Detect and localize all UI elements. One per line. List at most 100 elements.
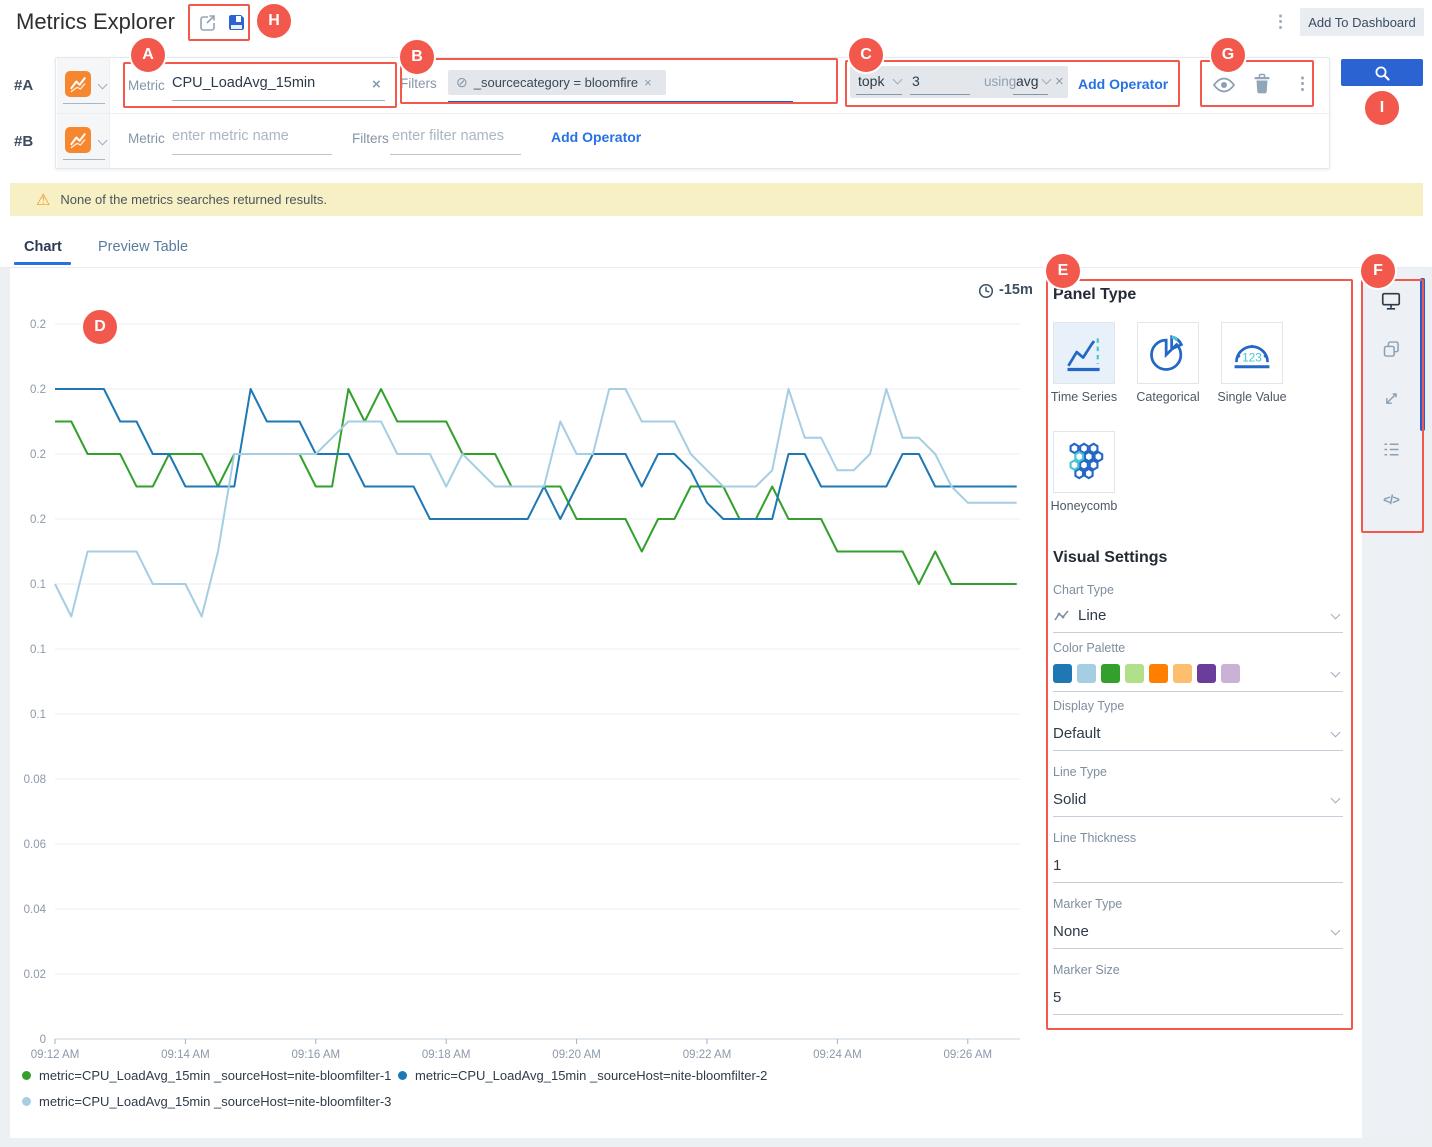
row-b-metric-underline	[172, 154, 332, 155]
panel-type-categorical[interactable]	[1137, 322, 1199, 384]
palette-swatch	[1221, 664, 1240, 683]
svg-text:09:12 AM: 09:12 AM	[31, 1049, 80, 1060]
filter-chip[interactable]: ⊘ _sourcecategory = bloomfire ×	[448, 70, 666, 95]
display-type-label: Display Type	[1053, 699, 1124, 713]
svg-text:0.2: 0.2	[30, 384, 46, 396]
circle-slash-icon[interactable]: ⊘	[456, 74, 468, 91]
panel-type-label: Time Series	[1039, 390, 1129, 404]
pie-chart-icon	[1146, 331, 1190, 375]
legend-label: metric=CPU_LoadAvg_15min _sourceHost=nit…	[415, 1068, 767, 1083]
monitor-icon	[1380, 290, 1402, 312]
display-type-select[interactable]: Default	[1053, 725, 1101, 742]
row-b-add-operator-link[interactable]: Add Operator	[551, 129, 641, 145]
row-a-metrics-type-button[interactable]	[65, 71, 91, 97]
eye-icon	[1212, 76, 1236, 94]
scrollbar-thumb[interactable]	[1420, 278, 1425, 431]
header-kebab-menu[interactable]: ⋮	[1272, 13, 1289, 30]
svg-text:0.2: 0.2	[30, 319, 46, 331]
svg-text:0.2: 0.2	[30, 514, 46, 526]
display-mode-copy-button[interactable]	[1379, 337, 1403, 361]
tab-preview-table[interactable]: Preview Table	[98, 239, 188, 255]
legend-item[interactable]: metric=CPU_LoadAvg_15min _sourceHost=nit…	[22, 1094, 391, 1109]
legend-label: metric=CPU_LoadAvg_15min _sourceHost=nit…	[39, 1094, 391, 1109]
filter-chip-remove-icon[interactable]: ×	[644, 75, 652, 90]
row-b-filters-input[interactable]	[392, 128, 517, 144]
display-mode-desktop-button[interactable]	[1379, 289, 1403, 313]
axes-icon	[1381, 389, 1401, 409]
line-chart-icon	[1053, 608, 1071, 624]
display-mode-list-button[interactable]	[1379, 437, 1403, 461]
panel-type-single-value[interactable]: 123	[1221, 322, 1283, 384]
share-button[interactable]	[195, 11, 219, 40]
row-b-filters-label: Filters	[352, 131, 389, 146]
row-b-metrics-type-button[interactable]	[65, 127, 91, 153]
active-tab-underline	[14, 262, 71, 265]
row-b-metric-label: Metric	[128, 131, 165, 146]
marker-size-label: Marker Size	[1053, 963, 1120, 977]
row-a-metric-clear-icon[interactable]: ×	[372, 76, 381, 93]
chart-canvas[interactable]: 0.20.20.20.20.10.10.10.080.060.040.02009…	[10, 268, 1037, 1065]
panel-type-label: Honeycomb	[1039, 499, 1129, 513]
save-button[interactable]	[227, 13, 246, 37]
row-a-delete-button[interactable]	[1253, 73, 1271, 100]
operator-agg[interactable]: avg	[1016, 73, 1039, 89]
operator-name-underline	[856, 94, 902, 95]
marker-size-underline	[1053, 1014, 1343, 1015]
tab-chart[interactable]: Chart	[24, 239, 62, 255]
svg-text:0.04: 0.04	[24, 904, 47, 916]
add-to-dashboard-button[interactable]: Add To Dashboard	[1300, 8, 1424, 36]
operator-remove-icon[interactable]: ×	[1055, 73, 1064, 90]
page-title: Metrics Explorer	[16, 9, 175, 35]
palette-swatch	[1149, 664, 1168, 683]
honeycomb-icon	[1061, 439, 1107, 485]
color-palette-swatches[interactable]	[1053, 664, 1245, 688]
marker-size-input[interactable]: 5	[1053, 989, 1061, 1006]
row-a-add-operator-link[interactable]: Add Operator	[1078, 76, 1168, 92]
display-type-underline	[1053, 750, 1343, 751]
row-b-filters-underline	[390, 154, 521, 155]
marker-type-select[interactable]: None	[1053, 923, 1089, 940]
display-mode-axes-button[interactable]	[1379, 387, 1403, 411]
row-b-metric-input[interactable]	[172, 128, 327, 144]
svg-text:09:16 AM: 09:16 AM	[292, 1049, 341, 1060]
display-mode-code-button[interactable]: </>	[1379, 487, 1403, 511]
operator-name[interactable]: topk	[858, 73, 884, 89]
line-type-select[interactable]: Solid	[1053, 791, 1086, 808]
row-a-metric-input[interactable]	[172, 75, 367, 91]
operator-arg[interactable]: 3	[912, 73, 920, 89]
legend-label: metric=CPU_LoadAvg_15min _sourceHost=nit…	[39, 1068, 391, 1083]
svg-text:0.2: 0.2	[30, 449, 46, 461]
svg-text:09:18 AM: 09:18 AM	[422, 1049, 471, 1060]
warning-banner: ⚠ None of the metrics searches returned …	[10, 183, 1423, 216]
svg-text:0.1: 0.1	[30, 579, 46, 591]
legend-item[interactable]: metric=CPU_LoadAvg_15min _sourceHost=nit…	[22, 1068, 391, 1083]
chart-type-select[interactable]: Line	[1078, 607, 1106, 624]
svg-text:0.06: 0.06	[24, 839, 46, 851]
svg-text:09:22 AM: 09:22 AM	[683, 1049, 732, 1060]
visual-settings-title: Visual Settings	[1053, 549, 1167, 567]
warning-triangle-icon: ⚠	[36, 190, 50, 210]
marker-type-underline	[1053, 948, 1343, 949]
line-thickness-input[interactable]: 1	[1053, 857, 1061, 874]
palette-swatch	[1053, 664, 1072, 683]
chart-type-label: Chart Type	[1053, 583, 1114, 597]
save-icon	[227, 13, 246, 32]
run-search-button[interactable]	[1341, 59, 1423, 86]
legend-item[interactable]: metric=CPU_LoadAvg_15min _sourceHost=nit…	[398, 1068, 767, 1083]
palette-swatch	[1101, 664, 1120, 683]
gauge-123-icon: 123	[1229, 331, 1275, 375]
color-palette-underline	[1053, 691, 1343, 692]
row-a-metric-underline	[172, 100, 385, 101]
operator-agg-underline	[1013, 94, 1048, 95]
row-a-kebab-menu[interactable]: ⋮	[1294, 75, 1311, 92]
palette-swatch	[1197, 664, 1216, 683]
svg-text:0.08: 0.08	[24, 774, 46, 786]
add-to-dashboard-label: Add To Dashboard	[1308, 15, 1415, 30]
legend-dot	[398, 1071, 407, 1080]
marker-type-label: Marker Type	[1053, 897, 1122, 911]
row-a-hide-button[interactable]	[1212, 76, 1236, 99]
panel-type-time-series[interactable]	[1053, 322, 1115, 384]
panel-type-honeycomb[interactable]	[1053, 431, 1115, 493]
metrics-explorer-page: Metrics Explorer ⋮ Add To Dashboard #A #…	[0, 0, 1432, 1147]
row-b-type-underline	[63, 159, 105, 160]
